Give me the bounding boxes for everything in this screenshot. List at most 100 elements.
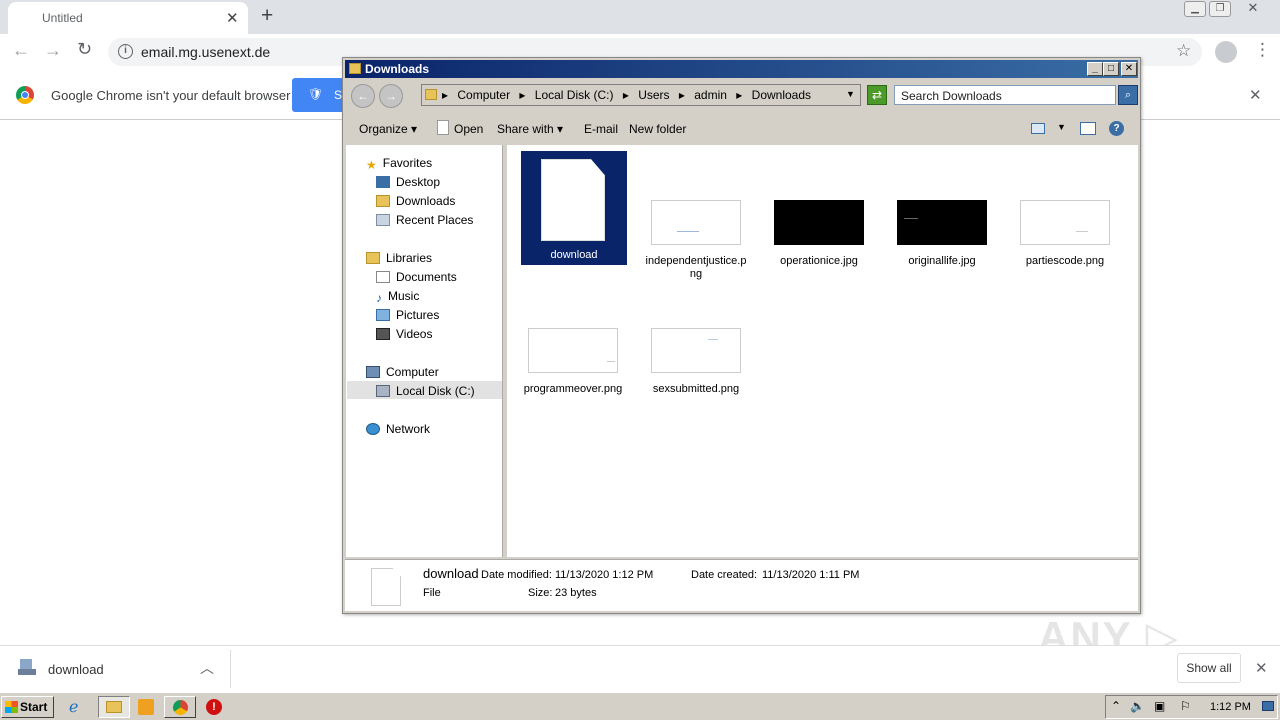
profile-avatar-icon[interactable] bbox=[1215, 41, 1237, 63]
file-item[interactable]: independentjustice.png bbox=[643, 200, 749, 281]
file-name: download bbox=[550, 249, 598, 261]
music-icon: ♪ bbox=[376, 291, 382, 305]
windows-logo-icon bbox=[5, 701, 18, 713]
info-icon[interactable]: i bbox=[118, 44, 133, 59]
file-item[interactable]: programmeover.png bbox=[520, 328, 626, 396]
shelf-close-icon[interactable]: ✕ bbox=[1255, 659, 1268, 677]
explorer-window: Downloads _ □ ✕ ← → ▸ Computer ▸ Local D… bbox=[342, 57, 1141, 614]
volume-icon[interactable]: 🔈 bbox=[1130, 699, 1145, 713]
open-button[interactable]: Open bbox=[454, 122, 483, 136]
refresh-icon[interactable]: ⇄ bbox=[867, 85, 887, 105]
media-player-icon[interactable] bbox=[138, 699, 154, 715]
nav-desktop[interactable]: Desktop bbox=[376, 175, 440, 189]
nav-documents[interactable]: Documents bbox=[376, 270, 457, 284]
command-bar: Organize ▾ Open Share with ▾ E-mail New … bbox=[345, 114, 1138, 144]
nav-libraries[interactable]: Libraries bbox=[366, 251, 432, 265]
document-file-icon bbox=[541, 159, 605, 241]
image-thumbnail bbox=[651, 200, 741, 245]
nav-network[interactable]: Network bbox=[366, 422, 430, 436]
explorer-back-icon[interactable]: ← bbox=[351, 84, 375, 108]
crumb-local-disk[interactable]: Local Disk (C:) bbox=[535, 88, 614, 102]
restore-icon[interactable]: ❐ bbox=[1209, 1, 1231, 17]
help-icon[interactable]: ? bbox=[1109, 121, 1124, 136]
file-item[interactable]: operationice.jpg bbox=[766, 200, 872, 268]
search-input[interactable]: Search Downloads bbox=[894, 85, 1116, 105]
details-modified-label: Date modified: bbox=[481, 569, 552, 581]
nav-recent-places[interactable]: Recent Places bbox=[376, 213, 473, 227]
nav-videos[interactable]: Videos bbox=[376, 327, 432, 341]
share-with-button[interactable]: Share with ▾ bbox=[497, 122, 563, 136]
breadcrumb: ▸ Computer ▸ Local Disk (C:) ▸ Users ▸ a… bbox=[442, 88, 812, 102]
forward-icon[interactable]: → bbox=[44, 40, 62, 61]
file-item[interactable]: partiescode.png bbox=[1012, 200, 1118, 268]
system-tray: ⌃ 🔈 ▣ ⚐ 1:12 PM bbox=[1105, 695, 1278, 719]
back-icon[interactable]: ← bbox=[12, 40, 30, 61]
set-default-button[interactable]: 🛡 S bbox=[292, 78, 344, 112]
start-button[interactable]: Start bbox=[1, 696, 54, 718]
flag-icon[interactable]: ⚐ bbox=[1180, 699, 1191, 713]
window-title: Downloads bbox=[365, 62, 430, 76]
file-item-download[interactable]: download bbox=[521, 151, 627, 265]
download-item-name[interactable]: download bbox=[48, 662, 104, 677]
show-all-button[interactable]: Show all bbox=[1177, 653, 1241, 683]
tab-close-icon[interactable]: ✕ bbox=[226, 9, 239, 27]
file-item[interactable]: originallife.jpg bbox=[889, 200, 995, 268]
tray-expand-icon[interactable]: ⌃ bbox=[1111, 699, 1121, 713]
chrome-taskbar-icon bbox=[173, 700, 188, 715]
ie-icon[interactable]: ℯ bbox=[69, 697, 89, 717]
show-desktop-icon[interactable] bbox=[1262, 701, 1274, 711]
browser-tab[interactable]: Untitled ✕ bbox=[8, 2, 248, 34]
preview-pane-icon[interactable] bbox=[1080, 122, 1096, 135]
image-thumbnail bbox=[774, 200, 864, 245]
nav-music[interactable]: ♪ Music bbox=[376, 289, 419, 305]
address-dropdown-icon[interactable]: ▼ bbox=[846, 89, 855, 99]
infobar-close-icon[interactable]: ✕ bbox=[1249, 86, 1262, 104]
explorer-task-button[interactable] bbox=[98, 696, 130, 718]
explorer-titlebar[interactable]: Downloads _ □ ✕ bbox=[345, 60, 1138, 78]
chevron-up-icon[interactable]: ︿ bbox=[200, 658, 214, 678]
explorer-address-bar[interactable]: ▸ Computer ▸ Local Disk (C:) ▸ Users ▸ a… bbox=[421, 84, 861, 106]
nav-computer[interactable]: Computer bbox=[366, 365, 439, 379]
view-icon[interactable] bbox=[1031, 123, 1045, 134]
crumb-downloads[interactable]: Downloads bbox=[752, 88, 811, 102]
network-globe-icon bbox=[366, 423, 380, 435]
organize-button[interactable]: Organize ▾ bbox=[359, 122, 417, 136]
network-icon[interactable]: ▣ bbox=[1154, 699, 1165, 713]
new-tab-button[interactable]: + bbox=[261, 4, 273, 28]
close-window-icon[interactable]: ✕ bbox=[1242, 1, 1264, 17]
nav-downloads[interactable]: Downloads bbox=[376, 194, 455, 208]
maximize-window-icon[interactable]: □ bbox=[1103, 62, 1119, 76]
bookmark-star-icon[interactable]: ☆ bbox=[1176, 41, 1191, 61]
antivirus-icon[interactable]: ! bbox=[206, 699, 222, 715]
file-item[interactable]: sexsubmitted.png bbox=[643, 328, 749, 396]
file-name: partiescode.png bbox=[1025, 255, 1105, 267]
new-folder-button[interactable]: New folder bbox=[629, 122, 686, 136]
file-pane: download independentjustice.png operatio… bbox=[507, 145, 1138, 557]
view-dropdown-icon[interactable]: ▼ bbox=[1057, 122, 1066, 132]
crumb-admin[interactable]: admin bbox=[694, 88, 727, 102]
explorer-forward-icon[interactable]: → bbox=[379, 84, 403, 108]
image-thumbnail bbox=[651, 328, 741, 373]
reload-icon[interactable]: ↻ bbox=[77, 39, 92, 60]
nav-favorites[interactable]: ★ Favorites bbox=[366, 156, 432, 172]
taskbar: Start ℯ ! ⌃ 🔈 ▣ ⚐ 1:12 PM bbox=[0, 692, 1280, 720]
close-explorer-icon[interactable]: ✕ bbox=[1121, 62, 1137, 76]
menu-icon[interactable]: ⋮ bbox=[1254, 40, 1271, 60]
crumb-users[interactable]: Users bbox=[638, 88, 669, 102]
minimize-window-icon[interactable]: _ bbox=[1087, 62, 1103, 76]
search-icon[interactable]: ⌕ bbox=[1118, 85, 1138, 105]
nav-pictures[interactable]: Pictures bbox=[376, 308, 439, 322]
start-label: Start bbox=[20, 700, 48, 714]
chrome-task-button[interactable] bbox=[164, 696, 196, 718]
open-icon bbox=[437, 120, 449, 135]
search-placeholder: Search Downloads bbox=[901, 89, 1002, 103]
downloads-folder-icon bbox=[376, 195, 390, 207]
details-created-value: 11/13/2020 1:11 PM bbox=[762, 569, 860, 581]
image-thumbnail bbox=[897, 200, 987, 245]
crumb-computer[interactable]: Computer bbox=[457, 88, 510, 102]
nav-local-disk[interactable]: Local Disk (C:) bbox=[376, 384, 475, 398]
details-file-name: download bbox=[423, 566, 479, 581]
clock[interactable]: 1:12 PM bbox=[1210, 701, 1251, 713]
minimize-icon[interactable]: ▁ bbox=[1184, 1, 1206, 17]
email-button[interactable]: E-mail bbox=[584, 122, 618, 136]
